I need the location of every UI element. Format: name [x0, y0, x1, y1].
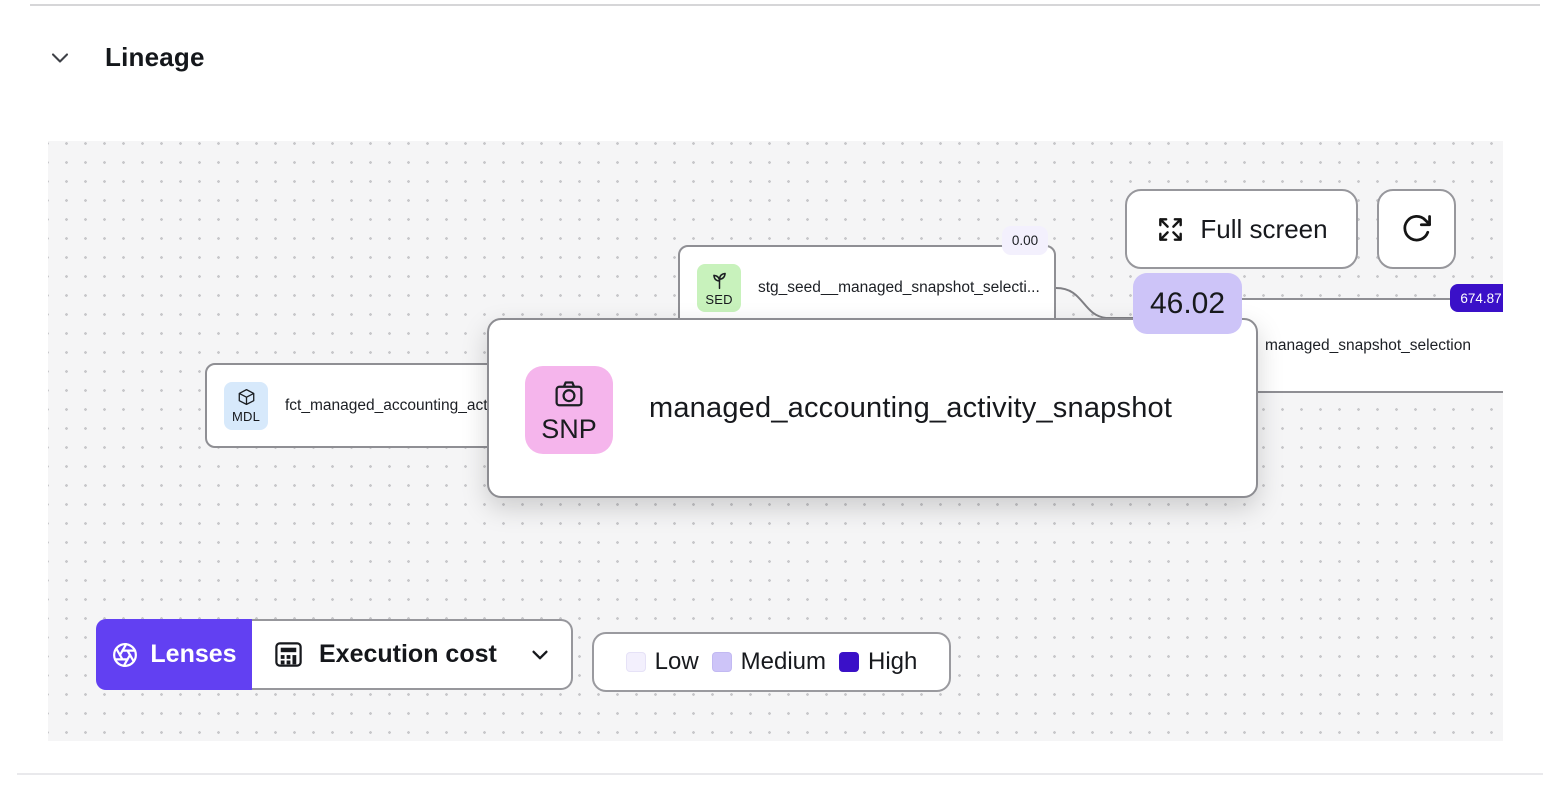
section-header: Lineage — [47, 42, 205, 73]
selected-lens-label: Execution cost — [319, 640, 497, 668]
cost-legend: Low Medium High — [592, 632, 951, 692]
bottom-divider — [17, 773, 1543, 775]
lenses-label: Lenses — [150, 640, 237, 668]
legend-swatch-high — [839, 652, 860, 672]
hover-card-title: managed_accounting_activity_snapshot — [649, 391, 1173, 424]
cost-badge-medium: 46.02 — [1133, 273, 1242, 334]
top-divider — [30, 4, 1540, 6]
type-badge-label: SNP — [541, 413, 597, 444]
lens-selector-dropdown[interactable]: Execution cost — [252, 619, 573, 690]
model-type-badge: MDL — [224, 381, 268, 430]
collapse-section-button[interactable] — [47, 45, 73, 71]
node-label: fct_managed_accounting_act — [285, 396, 488, 414]
snapshot-type-badge: SNP — [525, 366, 613, 454]
full-screen-label: Full screen — [1200, 213, 1328, 244]
lenses-control: Lenses Execution cost — [96, 619, 573, 690]
legend-item-medium: Medium — [711, 648, 827, 676]
snapshot-camera-icon — [555, 380, 583, 406]
lineage-page: Lineage managed_snapshot_selection SED s… — [0, 0, 1560, 798]
chevron-down-icon — [532, 650, 548, 659]
execution-cost-icon — [275, 642, 302, 667]
type-badge-label: SED — [705, 291, 733, 307]
legend-label: Low — [654, 648, 699, 675]
seed-sprout-icon — [712, 272, 726, 289]
node-label: stg_seed__managed_snapshot_selecti... — [758, 279, 1040, 296]
type-badge-label: MDL — [231, 409, 261, 424]
lenses-button[interactable]: Lenses — [96, 619, 252, 690]
node-hover-card-snapshot[interactable]: SNP managed_accounting_activity_snapshot — [487, 318, 1258, 498]
page-title: Lineage — [105, 42, 205, 72]
legend-swatch-medium — [711, 652, 732, 672]
legend-item-high: High — [839, 648, 917, 676]
full-screen-button[interactable]: Full screen — [1125, 189, 1358, 269]
chevron-down-icon — [51, 52, 69, 63]
legend-label: Medium — [740, 648, 827, 675]
node-label: managed_snapshot_selection — [1265, 336, 1471, 354]
legend-label: High — [868, 648, 918, 675]
refresh-icon — [1403, 214, 1431, 241]
cost-badge-low: 0.00 — [1002, 226, 1048, 255]
legend-swatch-low — [625, 652, 646, 672]
lineage-canvas[interactable]: managed_snapshot_selection SED stg_seed_… — [48, 141, 1503, 741]
lenses-aperture-icon — [113, 642, 138, 667]
legend-item-low: Low — [625, 648, 699, 676]
seed-type-badge: SED — [697, 264, 741, 312]
expand-arrows-icon — [1159, 217, 1183, 241]
refresh-button[interactable] — [1377, 189, 1456, 269]
model-cube-icon — [238, 388, 254, 406]
cost-badge-high: 674.87 — [1450, 284, 1503, 312]
